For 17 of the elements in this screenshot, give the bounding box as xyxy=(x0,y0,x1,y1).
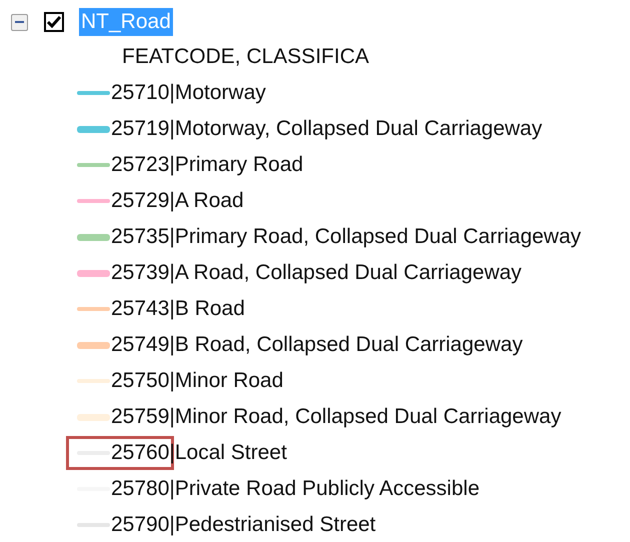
class-label: 25790|Pedestrianised Street xyxy=(111,512,376,538)
class-label: 25750|Minor Road xyxy=(111,368,284,394)
class-label: 25719|Motorway, Collapsed Dual Carriageway xyxy=(111,116,542,142)
layer-checkbox[interactable] xyxy=(44,12,64,32)
class-label: 25739|A Road, Collapsed Dual Carriageway xyxy=(111,260,522,286)
collapse-toggle[interactable] xyxy=(11,14,28,30)
class-label: 25729|A Road xyxy=(111,188,244,214)
class-label: 25735|Primary Road, Collapsed Dual Carriageway xyxy=(111,224,582,250)
check-icon xyxy=(47,16,61,28)
class-label: 25710|Motorway xyxy=(111,80,266,106)
class-label: 25749|B Road, Collapsed Dual Carriageway xyxy=(111,332,523,358)
layer-name[interactable]: NT_Road xyxy=(79,8,173,36)
class-label: 25780|Private Road Publicly Accessible xyxy=(111,476,480,502)
field-label: FEATCODE, CLASSIFICA xyxy=(122,44,370,70)
class-label: 25723|Primary Road xyxy=(111,152,304,178)
class-label: 25743|B Road xyxy=(111,296,245,322)
class-label: 25759|Minor Road, Collapsed Dual Carriageway xyxy=(111,404,562,430)
